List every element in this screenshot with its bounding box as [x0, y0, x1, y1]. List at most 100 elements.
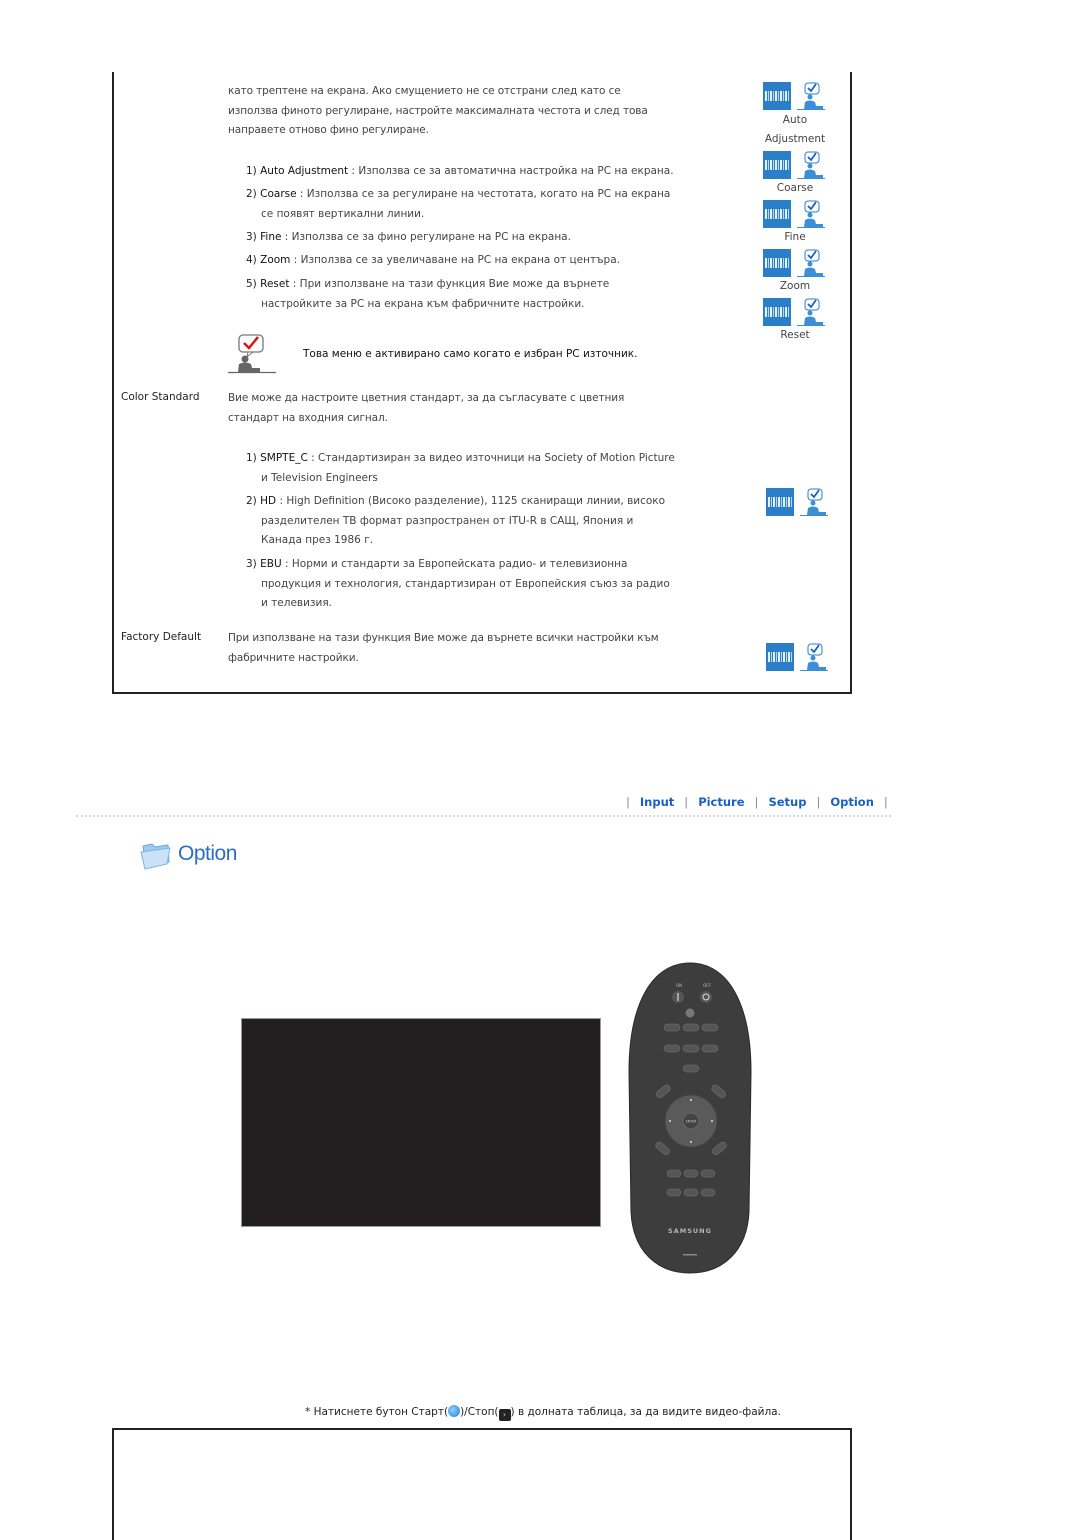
stop-button-icon: › — [498, 1409, 511, 1421]
person-check-icon — [797, 249, 825, 277]
osd-menu-icon — [766, 488, 794, 516]
desc-line: фабричните настройки. — [228, 651, 359, 664]
item-number: 4) — [246, 254, 257, 266]
osd-menu-icon — [763, 82, 791, 110]
nav-separator: | — [754, 795, 759, 809]
person-check-icon — [797, 200, 825, 228]
video-player-area[interactable] — [241, 1018, 601, 1227]
nav-separator: | — [883, 795, 888, 809]
on-label: ON — [676, 983, 682, 988]
intro-paragraph: като трептене на екрана. Ако смущението … — [228, 82, 648, 141]
person-check-icon — [797, 151, 825, 179]
remote-key — [663, 1023, 681, 1032]
icon-caption: Adjustment — [764, 133, 826, 145]
person-check-icon — [797, 82, 825, 110]
color-standard-desc: Вие може да настроите цветния стандарт, … — [228, 389, 624, 428]
pc-item-zoom: 4) Zoom : Използва се за увеличаване на … — [246, 251, 620, 271]
person-check-icon — [800, 488, 828, 516]
person-check-icon — [800, 643, 828, 671]
item-keyword: SMPTE_C — [260, 452, 308, 464]
item-text: : Норми и стандарти за Европейската ради… — [281, 558, 628, 570]
remote-key — [666, 1188, 682, 1197]
pc-item-auto-adjustment: 1) Auto Adjustment : Използва се за авто… — [246, 162, 674, 182]
intro-line: използва финото регулиране, настройте ма… — [228, 104, 648, 117]
nav-link-picture[interactable]: Picture — [698, 795, 744, 809]
intro-line: направете отново фино регулиране. — [228, 124, 429, 136]
nav-separator: | — [626, 795, 630, 809]
hint-text: ) в долната таблица, за да видите видео-… — [510, 1406, 781, 1418]
pc-item-fine: 3) Fine : Използва се за фино регулиране… — [246, 228, 571, 248]
factory-default-desc: При използване на тази функция Вие може … — [228, 629, 659, 668]
nav-link-input[interactable]: Input — [640, 795, 674, 809]
dotted-divider — [76, 815, 891, 817]
remote-key — [700, 1169, 716, 1178]
item-text-cont: настройките за PC на екрана към фабрични… — [261, 297, 585, 310]
pc-source-note: Това меню е активирано само когато е изб… — [303, 348, 638, 360]
icon-caption: Fine — [784, 231, 806, 243]
remote-key — [700, 1188, 716, 1197]
start-button-icon — [448, 1405, 461, 1417]
icon-caption: Reset — [780, 329, 810, 341]
color-item-smpte-c: 1) SMPTE_C : Стандартизиран за видео изт… — [246, 449, 675, 488]
icon-pair-color-standard — [766, 488, 828, 516]
hint-text: * Натиснете бутон Старт( — [305, 1406, 449, 1418]
off-label: OFF — [703, 983, 711, 988]
item-text: : При използване на тази функция Вие мож… — [289, 278, 610, 290]
icon-pair-fine — [763, 200, 825, 228]
item-text: : Използва се за фино регулиране на PC н… — [281, 231, 571, 243]
section-nav: | Input | Picture | Setup | Option | — [620, 795, 894, 809]
item-number: 5) — [246, 278, 257, 290]
osd-menu-icon — [763, 298, 791, 326]
intro-line: като трептене на екрана. Ако смущението … — [228, 85, 621, 97]
icon-caption: Zoom — [779, 280, 811, 292]
item-text-cont: Канада през 1986 г. — [261, 534, 374, 546]
item-text-cont: и Television Engineers — [261, 471, 378, 484]
nav-separator: | — [816, 795, 821, 809]
icon-pair-factory-default — [766, 643, 828, 671]
remote-key — [666, 1169, 682, 1178]
item-text: : Използва се за увеличаване на PC на ек… — [290, 254, 620, 266]
section-title: Option — [178, 842, 237, 865]
item-number: 3) — [246, 231, 257, 243]
pc-item-reset: 5) Reset : При използване на тази функци… — [246, 275, 609, 314]
video-hint: * Натиснете бутон Старт( )/Стоп(›) в долн… — [305, 1405, 781, 1421]
desc-line: При използване на тази функция Вие може … — [228, 632, 659, 644]
folder-icon — [140, 843, 171, 870]
remote-key — [682, 1064, 700, 1073]
remote-key — [701, 1044, 719, 1053]
osd-menu-icon — [763, 249, 791, 277]
pc-item-coarse: 2) Coarse : Използва се за регулиране на… — [246, 185, 670, 224]
item-keyword: Fine — [260, 231, 282, 243]
color-item-hd: 2) HD : High Definition (Високо разделен… — [246, 492, 665, 551]
icon-pair-reset — [763, 298, 825, 326]
icon-pair-auto-adjustment — [763, 82, 825, 110]
factory-default-label: Factory Default — [121, 631, 202, 643]
content-frame-bottom — [112, 1428, 852, 1540]
remote-key — [701, 1023, 719, 1032]
desc-line: Вие може да настроите цветния стандарт, … — [228, 392, 625, 404]
color-standard-label: Color Standard — [121, 391, 200, 403]
item-text: : Стандартизиран за видео източници на S… — [307, 452, 675, 464]
source-button — [685, 1008, 695, 1018]
item-number: 3) — [246, 558, 257, 570]
desc-line: стандарт на входния сигнал. — [228, 411, 388, 424]
remote-key — [682, 1044, 700, 1053]
nav-link-option[interactable]: Option — [830, 795, 874, 809]
section-heading: Option — [140, 840, 237, 873]
remote-key — [682, 1023, 700, 1032]
item-keyword: Reset — [260, 278, 290, 290]
item-text: : Използва се за регулиране на честотата… — [296, 188, 671, 200]
item-keyword: EBU — [260, 558, 282, 570]
power-off-button — [700, 991, 712, 1003]
osd-menu-icon — [763, 200, 791, 228]
item-number: 1) — [246, 452, 257, 464]
item-text-cont: и телевизия. — [261, 597, 332, 609]
icon-pair-zoom — [763, 249, 825, 277]
item-keyword: HD — [260, 495, 277, 507]
remote-key — [683, 1188, 699, 1197]
nav-link-setup[interactable]: Setup — [768, 795, 806, 809]
osd-menu-icon — [763, 151, 791, 179]
hint-text: )/Стоп( — [460, 1406, 499, 1418]
item-keyword: Auto Adjustment — [260, 165, 349, 177]
person-check-icon — [797, 298, 825, 326]
